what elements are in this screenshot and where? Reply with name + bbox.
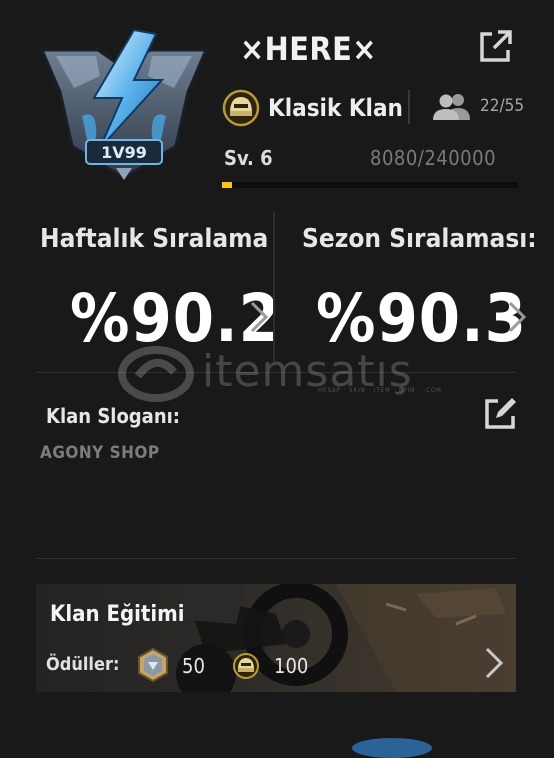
badge-icon (138, 648, 168, 682)
clan-name: ×HERE× (240, 30, 377, 68)
slogan-title: Klan Sloganı: (46, 404, 180, 428)
chevron-right-icon[interactable] (248, 300, 270, 334)
member-count: 22/55 (432, 92, 524, 120)
reward-value-badge: 50 (182, 654, 205, 678)
share-icon[interactable] (478, 28, 514, 64)
chevron-right-icon[interactable] (506, 300, 528, 334)
clan-xp: 8080/240000 (370, 146, 497, 170)
clan-type-label: Klasik Klan (268, 94, 403, 122)
clan-training-title: Klan Eğitimi (50, 602, 185, 627)
xp-progress-fill (222, 182, 232, 188)
helmet-icon (222, 89, 260, 127)
slogan-text: AGONY SHOP (40, 443, 160, 463)
reward-value-helmet: 100 (274, 654, 309, 678)
section-divider (36, 558, 516, 559)
clan-type: Klasik Klan (222, 88, 403, 128)
members-icon (433, 94, 470, 120)
xp-progress-track (222, 182, 518, 188)
ranking-divider (273, 212, 275, 362)
chevron-right-icon[interactable] (484, 646, 504, 680)
clan-emblem: 1V99 (39, 28, 209, 180)
season-ranking-title: Sezon Sıralaması: (302, 224, 537, 254)
watermark-subtext: HESAP · SKIN · ITEM · EPIN · .COM (318, 387, 442, 394)
helmet-icon (233, 653, 259, 679)
header-divider (408, 90, 410, 124)
member-count-label: 22/55 (480, 96, 525, 116)
weekly-ranking-title: Haftalık Sıralama (40, 224, 269, 254)
rewards-label: Ödüller: (46, 654, 120, 675)
watermark-logo (118, 346, 194, 402)
bottom-tab-indicator (352, 738, 432, 758)
emblem-text: 1V99 (101, 143, 147, 162)
edit-icon[interactable] (484, 396, 518, 430)
clan-level: Sv. 6 (224, 146, 273, 170)
